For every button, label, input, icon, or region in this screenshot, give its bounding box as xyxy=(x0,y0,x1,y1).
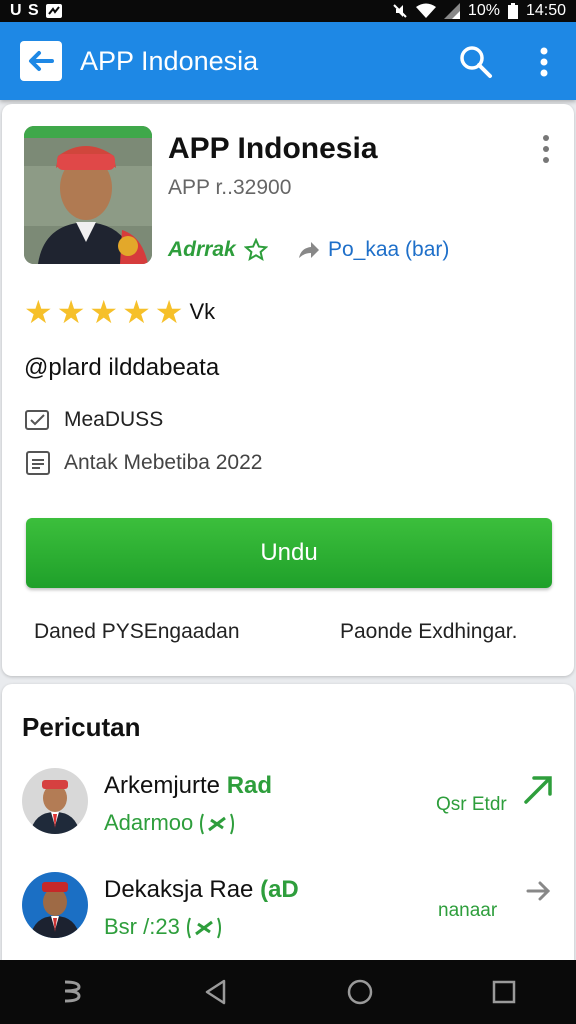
share-icon xyxy=(299,242,319,258)
list-item-meta: nanaar xyxy=(438,900,498,921)
list-item-subtitle: Bsr /:23 xyxy=(104,914,222,940)
meta-row: MeaDUSS xyxy=(24,408,163,432)
chevron-right-icon[interactable] xyxy=(524,876,554,906)
nav-back-button[interactable] xyxy=(196,972,236,1012)
mute-icon xyxy=(393,4,407,18)
star-icon: ★ xyxy=(24,294,53,330)
star-icon: ★ xyxy=(122,294,151,330)
signal-icon xyxy=(443,3,460,19)
trending-arrow-icon[interactable] xyxy=(522,772,554,806)
tag-blue[interactable]: Po_kaa (bar) xyxy=(296,238,449,262)
meta-text-1: MeaDUSS xyxy=(64,408,164,431)
meta-row: Antak Mebetiba 2022 xyxy=(24,449,262,477)
developer-handle: @plard ilddabeata xyxy=(24,354,220,381)
section-title: Pericutan xyxy=(22,712,141,742)
battery-icon xyxy=(507,3,518,19)
search-icon[interactable] xyxy=(458,44,494,80)
list-item[interactable]: Dekaksja Rae (aD Bsr /:23 nanaar xyxy=(2,872,574,962)
nav-home-button[interactable] xyxy=(340,972,380,1012)
related-card: Pericutan Arkemjurte Rad Adarmoo Qsr Etd… xyxy=(2,684,574,974)
list-item[interactable]: Arkemjurte Rad Adarmoo Qsr Etdr xyxy=(2,768,574,858)
list-item-subtitle: Adarmoo xyxy=(104,810,235,836)
footer-left-link[interactable]: Daned PYSEngaadan xyxy=(34,620,240,644)
meta-text-2: Antak Mebetiba 2022 xyxy=(64,451,263,474)
tag-green[interactable]: Adrrak xyxy=(168,238,268,262)
star-icon: ★ xyxy=(89,294,119,330)
recents-square-icon xyxy=(492,980,516,1004)
list-item-title: Arkemjurte Rad xyxy=(104,772,272,800)
menu-icon xyxy=(64,980,81,1003)
checkbox-icon xyxy=(25,410,49,430)
app-bar-title: APP Indonesia xyxy=(80,45,259,76)
list-item-name: Arkemjurte xyxy=(104,772,221,799)
list-item-meta: Qsr Etdr xyxy=(436,794,507,815)
notification-icon xyxy=(45,4,62,18)
star-icon: ★ xyxy=(56,294,86,330)
nav-recents-button[interactable] xyxy=(484,972,524,1012)
status-left-text: U S xyxy=(10,2,40,19)
rating-label: Vk xyxy=(189,299,216,324)
nav-back-icon xyxy=(205,979,226,1005)
app-icon xyxy=(24,126,152,264)
back-arrow-icon xyxy=(29,51,54,71)
list-item-sub-text: Adarmoo xyxy=(104,810,194,835)
back-button[interactable] xyxy=(20,41,62,81)
list-item-title: Dekaksja Rae (aD xyxy=(104,876,299,904)
footer-right-link[interactable]: Paonde Exdhingar. xyxy=(340,620,517,644)
list-item-name: Dekaksja Rae xyxy=(104,876,254,903)
more-vert-icon[interactable] xyxy=(532,44,556,80)
tag-blue-label: Po_kaa (bar) xyxy=(328,238,450,261)
avatar xyxy=(22,768,88,834)
app-bar: APP Indonesia xyxy=(0,22,576,100)
tag-green-label: Adrrak xyxy=(168,238,236,261)
avatar xyxy=(22,872,88,938)
clock: 14:50 xyxy=(525,2,566,19)
list-item-badge: Rad xyxy=(226,772,273,799)
status-bar: U S 10% 14:50 xyxy=(0,0,576,22)
badge-icon xyxy=(200,813,235,835)
battery-percent: 10% xyxy=(467,2,500,19)
app-subtitle: APP r..32900 xyxy=(168,176,292,199)
app-name: APP Indonesia xyxy=(168,132,378,165)
wifi-icon xyxy=(415,3,436,18)
nav-menu-button[interactable] xyxy=(52,972,92,1012)
system-nav-bar xyxy=(0,960,576,1024)
app-info-card: APP Indonesia APP r..32900 Adrrak Po_kaa… xyxy=(2,104,574,676)
calendar-icon xyxy=(26,451,50,475)
home-circle-icon xyxy=(347,979,373,1005)
star-icon: ★ xyxy=(154,294,184,330)
card-more-icon[interactable] xyxy=(538,134,554,164)
rating: ★ ★ ★ ★ ★ Vk xyxy=(24,296,215,328)
install-button[interactable]: Undu xyxy=(26,518,552,588)
badge-icon xyxy=(186,917,221,939)
star-outline-icon xyxy=(243,238,268,262)
list-item-sub-text: Bsr /:23 xyxy=(104,914,180,939)
list-item-badge: (aD xyxy=(260,876,299,903)
